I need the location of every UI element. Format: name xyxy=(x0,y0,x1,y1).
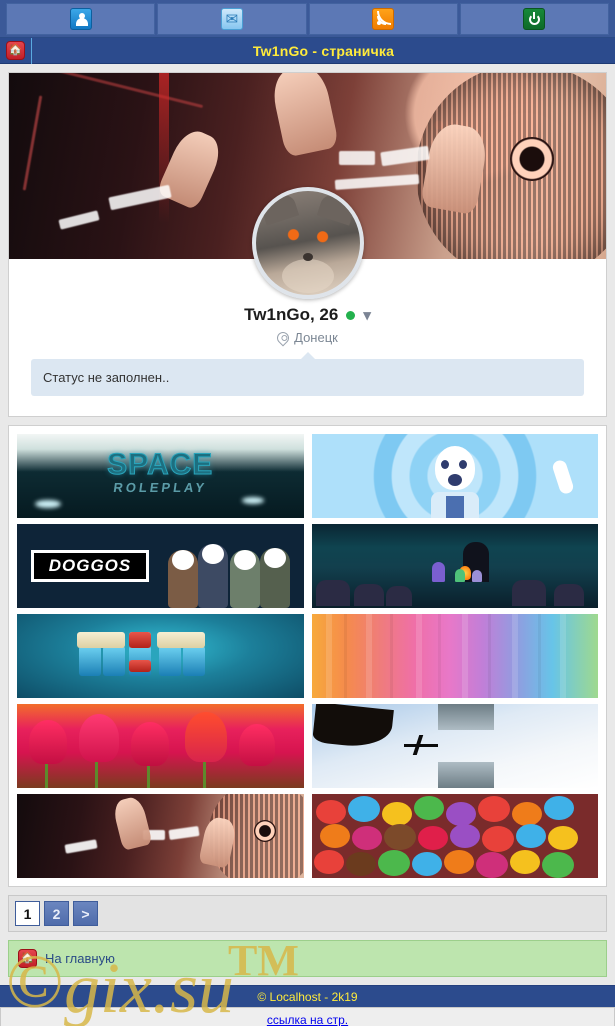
doggos-characters xyxy=(167,536,298,608)
page-next-button[interactable]: > xyxy=(73,901,98,926)
avatar[interactable] xyxy=(251,187,364,299)
online-status-dot xyxy=(346,310,356,320)
toolbar-profile-button[interactable] xyxy=(6,3,156,35)
tile-tulips[interactable] xyxy=(17,704,304,788)
copyright-text: © Localhost - 2k19 xyxy=(257,989,358,1004)
tile-night-scene[interactable] xyxy=(311,524,598,608)
top-toolbar: ✉ xyxy=(0,0,615,38)
title-bar: 🏠 Tw1nGo - страничка xyxy=(0,37,615,64)
pagination: 1 2 > xyxy=(8,895,607,932)
tile-candies[interactable] xyxy=(311,794,598,878)
tile-plane-hand[interactable] xyxy=(311,704,598,788)
toolbar-messages-button[interactable]: ✉ xyxy=(157,3,307,35)
titlebar-home-button[interactable]: 🏠 xyxy=(0,37,32,64)
tile-space-roleplay[interactable]: SPACE ROLEPLAY xyxy=(17,434,304,518)
profile-panel: Tw1nGo, 26 ▾ Донецк Статус не заполнен.. xyxy=(8,72,607,417)
profile-name: Tw1nGo, 26 xyxy=(244,305,339,324)
tile-blue-dog[interactable] xyxy=(311,434,598,518)
page-2-button[interactable]: 2 xyxy=(44,901,69,926)
tile-doggos-label-frame: DOGGOS xyxy=(31,550,149,582)
rss-icon xyxy=(372,8,395,30)
location-pin-icon xyxy=(274,329,292,346)
copyright-bar: © Localhost - 2k19 xyxy=(0,985,615,1007)
page-title: Tw1nGo - страничка xyxy=(252,42,395,59)
page-link-row: ссылка на стр. xyxy=(1,1008,614,1026)
toolbar-refresh-button[interactable] xyxy=(459,3,609,35)
page-link[interactable]: ссылка на стр. xyxy=(267,1013,348,1026)
photo-gallery: SPACE ROLEPLAY DOGGOS xyxy=(9,426,606,886)
tile-rainbow-wood[interactable] xyxy=(311,614,598,698)
cover-photo-wrap xyxy=(9,73,606,299)
home-icon: 🏠 xyxy=(18,949,37,968)
profile-name-row: Tw1nGo, 26 ▾ xyxy=(244,305,371,325)
profile-city-row: Донецк xyxy=(21,329,594,346)
tile-space-title: SPACE xyxy=(107,448,214,482)
person-icon xyxy=(69,8,92,30)
chevron-down-icon[interactable]: ▾ xyxy=(363,306,371,324)
tile-tht-logo[interactable] xyxy=(17,614,304,698)
app-window: ✉ 🏠 Tw1nGo - страничка Tw1nGo, 26 ▾ Доне… xyxy=(0,0,615,1026)
tile-doggos[interactable]: DOGGOS xyxy=(17,524,304,608)
profile-status-wrap: Статус не заполнен.. xyxy=(31,352,584,396)
home-link-bar[interactable]: 🏠 На главную xyxy=(8,940,607,977)
mail-icon: ✉ xyxy=(220,8,243,30)
page-current: 1 xyxy=(15,901,40,926)
tile-doggos-title: DOGGOS xyxy=(48,556,132,575)
home-icon: 🏠 xyxy=(6,41,25,60)
tile-concert[interactable] xyxy=(17,794,304,878)
status-arrow xyxy=(299,352,316,360)
tile-space-subtitle: ROLEPLAY xyxy=(112,480,209,495)
home-link[interactable]: На главную xyxy=(45,951,115,966)
main-content: Tw1nGo, 26 ▾ Донецк Статус не заполнен.. xyxy=(0,72,615,1026)
footer-box: ссылка на стр. Версия: Mobile | Lite | T… xyxy=(0,1007,615,1026)
profile-status[interactable]: Статус не заполнен.. xyxy=(31,359,584,396)
profile-city: Донецк xyxy=(294,330,338,345)
toolbar-feed-button[interactable] xyxy=(308,3,458,35)
gallery-panel: SPACE ROLEPLAY DOGGOS xyxy=(8,425,607,887)
refresh-icon xyxy=(523,8,546,30)
